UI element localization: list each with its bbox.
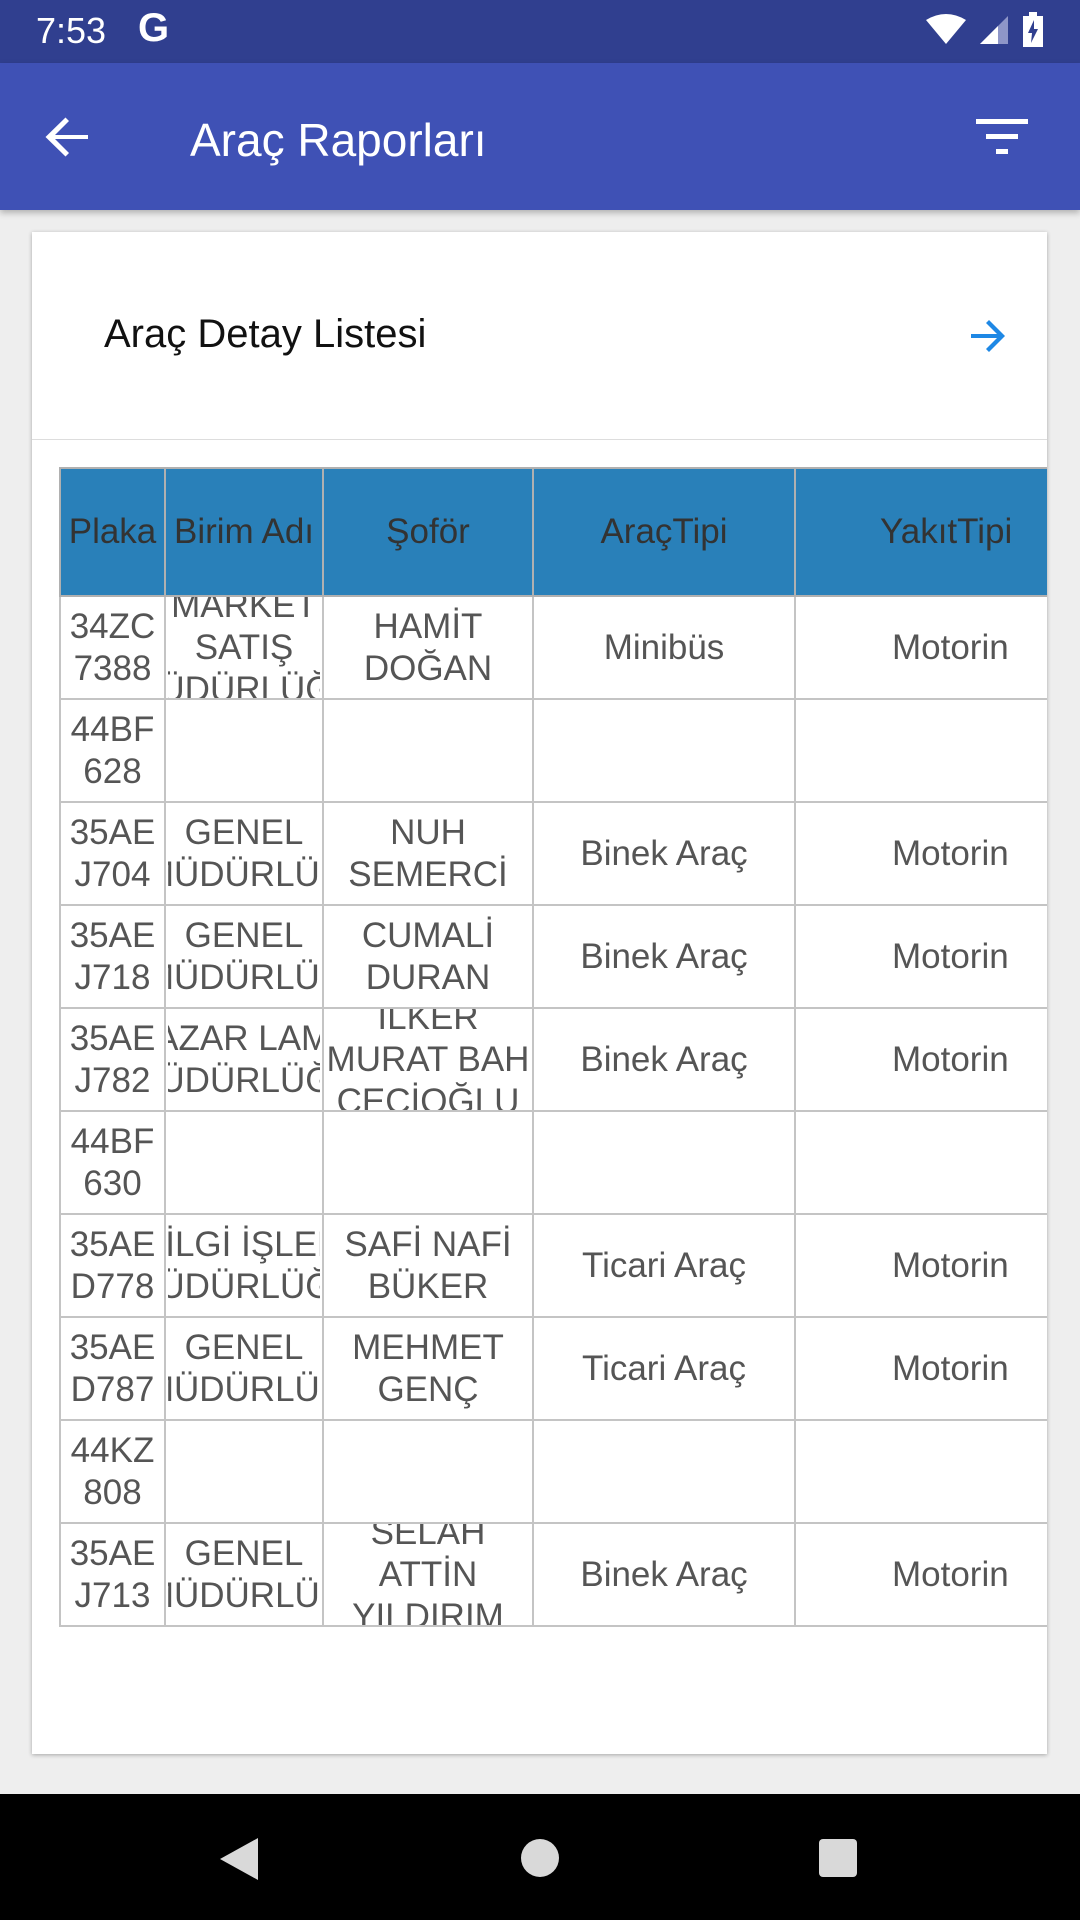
cell-plaka: 35AE D778 <box>59 1213 166 1318</box>
cell-sofor <box>322 1110 534 1215</box>
cell-arac-tipi <box>532 1110 796 1215</box>
cell-arac-tipi <box>532 698 796 803</box>
cell-arac-tipi: Binek Araç <box>532 904 796 1009</box>
table-row[interactable]: 35AE D778 BİLGİ İŞLEM MÜDÜRLÜĞÜ SAFİ NAF… <box>59 1213 1047 1318</box>
wifi-icon <box>926 14 966 44</box>
cell-birim: MARKET SATIŞ MÜDÜRLÜĞÜ <box>164 595 324 700</box>
cell-birim: PAZAR LAMA MÜDÜRLÜĞÜ <box>164 1007 324 1112</box>
header-yakit-tipi[interactable]: YakıtTipi <box>794 467 1047 597</box>
table-row[interactable]: 35AE D787 GENEL MÜDÜRLÜK MEHMET GENÇ Tic… <box>59 1316 1047 1421</box>
cell-arac-tipi <box>532 1419 796 1524</box>
cell-arac-tipi: Minibüs <box>532 595 796 700</box>
page-title: Araç Raporları <box>190 114 487 166</box>
cell-sofor: İLKER MURAT BAH ÇECİOĞLU <box>322 1007 534 1112</box>
table-row[interactable]: 44BF 628 <box>59 698 1047 803</box>
cell-yakit-tipi: Motorin <box>794 904 1047 1009</box>
vehicle-table-grid: Plaka Birim Adı Şoför AraçTipi YakıtTipi… <box>59 467 1047 1627</box>
cell-birim <box>164 698 324 803</box>
cell-arac-tipi: Ticari Araç <box>532 1316 796 1421</box>
cell-plaka: 34ZC 7388 <box>59 595 166 700</box>
cell-plaka: 35AE J782 <box>59 1007 166 1112</box>
cell-yakit-tipi: Motorin <box>794 1316 1047 1421</box>
nav-back-icon[interactable] <box>218 1836 260 1882</box>
cell-plaka: 35AE J718 <box>59 904 166 1009</box>
battery-icon <box>1023 12 1043 47</box>
cell-yakit-tipi <box>794 698 1047 803</box>
filter-button[interactable] <box>974 115 1030 159</box>
cell-birim: GENEL MÜDÜRLÜK <box>164 904 324 1009</box>
cell-sofor: HAMİT DOĞAN <box>322 595 534 700</box>
table-row[interactable]: 44KZ 808 <box>59 1419 1047 1524</box>
cell-arac-tipi: Ticari Araç <box>532 1213 796 1318</box>
cell-plaka: 44KZ 808 <box>59 1419 166 1524</box>
cell-birim: BİLGİ İŞLEM MÜDÜRLÜĞÜ <box>164 1213 324 1318</box>
status-bar: 7:53 G <box>0 0 1080 63</box>
status-time: 7:53 <box>36 10 107 51</box>
cell-yakit-tipi <box>794 1110 1047 1215</box>
table-row[interactable]: 35AE J713 GENEL MÜDÜRLÜK SELAH ATTİN YIL… <box>59 1522 1047 1627</box>
nav-recents-icon[interactable] <box>818 1838 858 1878</box>
cell-yakit-tipi: Motorin <box>794 801 1047 906</box>
cell-plaka: 35AE J704 <box>59 801 166 906</box>
cell-sofor <box>322 698 534 803</box>
filter-icon <box>976 119 1028 154</box>
cell-yakit-tipi: Motorin <box>794 1522 1047 1627</box>
vehicle-table[interactable]: Plaka Birim Adı Şoför AraçTipi YakıtTipi… <box>59 467 1047 1627</box>
header-birim-adi[interactable]: Birim Adı <box>164 467 324 597</box>
arrow-back-icon <box>45 117 88 157</box>
cell-arac-tipi: Binek Araç <box>532 801 796 906</box>
cell-yakit-tipi: Motorin <box>794 595 1047 700</box>
nav-home-icon[interactable] <box>520 1838 560 1878</box>
cell-plaka: 35AE D787 <box>59 1316 166 1421</box>
table-row[interactable]: 44BF 630 <box>59 1110 1047 1215</box>
cell-plaka: 35AE J713 <box>59 1522 166 1627</box>
report-card: Araç Detay Listesi Plaka Birim Adı Şoför <box>32 232 1047 1754</box>
card-title: Araç Detay Listesi <box>104 312 427 356</box>
cell-birim: GENEL MÜDÜRLÜK <box>164 1522 324 1627</box>
system-nav-bar <box>0 1794 1080 1920</box>
header-plaka[interactable]: Plaka <box>59 467 166 597</box>
status-icons <box>926 12 1044 48</box>
google-icon: G <box>138 6 170 50</box>
cell-sofor: SAFİ NAFİ BÜKER <box>322 1213 534 1318</box>
table-row[interactable]: 35AE J704 GENEL MÜDÜRLÜK NUH SEMERCİ Bin… <box>59 801 1047 906</box>
header-sofor[interactable]: Şoför <box>322 467 534 597</box>
app-bar: Araç Raporları <box>0 63 1080 210</box>
card-header[interactable]: Araç Detay Listesi <box>32 232 1047 440</box>
table-row[interactable]: 35AE J782 PAZAR LAMA MÜDÜRLÜĞÜ İLKER MUR… <box>59 1007 1047 1112</box>
arrow-forward-icon <box>971 320 1005 352</box>
cell-yakit-tipi: Motorin <box>794 1007 1047 1112</box>
table-row[interactable]: 34ZC 7388 MARKET SATIŞ MÜDÜRLÜĞÜ HAMİT D… <box>59 595 1047 700</box>
table-row[interactable]: 35AE J718 GENEL MÜDÜRLÜK CUMALİ DURAN Bi… <box>59 904 1047 1009</box>
cell-birim <box>164 1110 324 1215</box>
cell-birim: GENEL MÜDÜRLÜK <box>164 1316 324 1421</box>
cell-sofor <box>322 1419 534 1524</box>
cell-plaka: 44BF 628 <box>59 698 166 803</box>
cell-yakit-tipi: Motorin <box>794 1213 1047 1318</box>
header-arac-tipi[interactable]: AraçTipi <box>532 467 796 597</box>
cell-yakit-tipi <box>794 1419 1047 1524</box>
cell-birim <box>164 1419 324 1524</box>
cell-sofor: SELAH ATTİN YILDIRIM <box>322 1522 534 1627</box>
cell-birim: GENEL MÜDÜRLÜK <box>164 801 324 906</box>
cell-sofor: NUH SEMERCİ <box>322 801 534 906</box>
cell-plaka: 44BF 630 <box>59 1110 166 1215</box>
signal-icon <box>980 16 1008 44</box>
cell-arac-tipi: Binek Araç <box>532 1522 796 1627</box>
cell-sofor: MEHMET GENÇ <box>322 1316 534 1421</box>
cell-arac-tipi: Binek Araç <box>532 1007 796 1112</box>
table-header-row: Plaka Birim Adı Şoför AraçTipi YakıtTipi <box>59 467 1047 597</box>
cell-sofor: CUMALİ DURAN <box>322 904 534 1009</box>
back-button[interactable] <box>40 109 96 165</box>
card-arrow-button[interactable] <box>967 316 1007 356</box>
